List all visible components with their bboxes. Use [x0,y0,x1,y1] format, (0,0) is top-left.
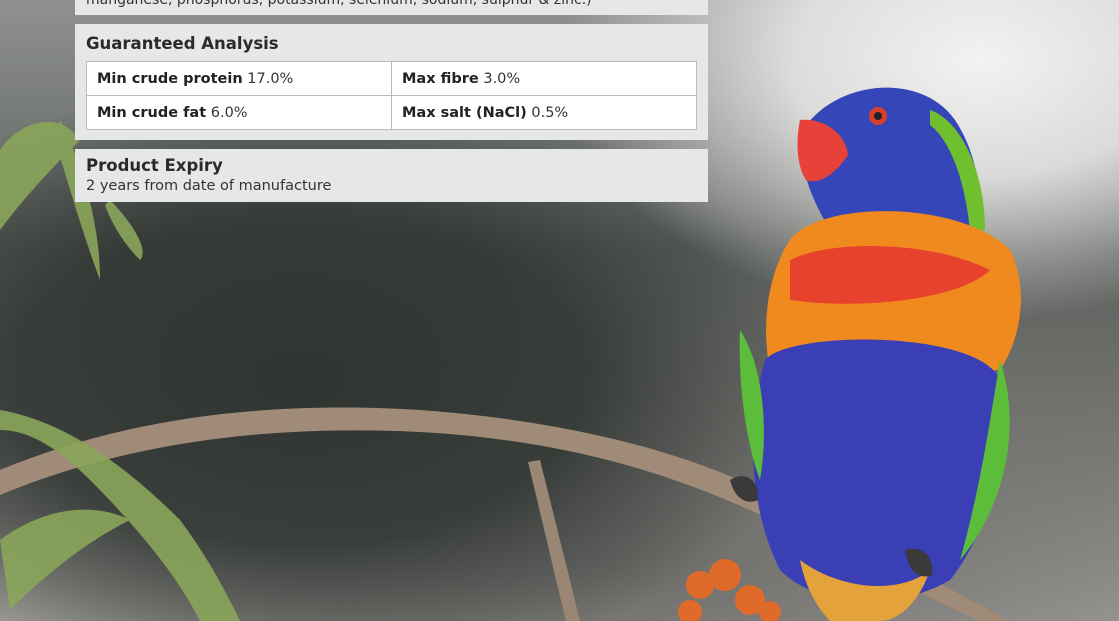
table-row: Min crude fat 6.0% Max salt (NaCl) 0.5% [86,95,697,130]
ingredients-partial-text: manganese, phosphorus, potassium, seleni… [86,0,592,8]
table-cell: Max fibre 3.0% [391,61,697,96]
guaranteed-analysis-section: Guaranteed Analysis Min crude protein 17… [75,24,708,140]
table-row: Min crude protein 17.0% Max fibre 3.0% [86,61,697,96]
product-expiry-title: Product Expiry [86,156,223,175]
ingredients-partial-row: manganese, phosphorus, potassium, seleni… [75,0,708,15]
product-expiry-section: Product Expiry 2 years from date of manu… [75,149,708,202]
product-expiry-text: 2 years from date of manufacture [86,178,332,194]
analysis-label: Min crude protein [97,70,243,87]
analysis-label: Min crude fat [97,104,207,121]
table-cell: Min crude fat 6.0% [86,95,392,130]
analysis-label: Max fibre [402,70,479,87]
analysis-value: 6.0% [210,104,248,121]
product-info-card: manganese, phosphorus, potassium, seleni… [75,0,708,202]
guaranteed-analysis-table: Min crude protein 17.0% Max fibre 3.0% M… [86,61,697,130]
analysis-label: Max salt (NaCl) [402,104,527,121]
guaranteed-analysis-title: Guaranteed Analysis [86,34,279,53]
table-cell: Max salt (NaCl) 0.5% [391,95,697,130]
analysis-value: 17.0% [247,70,294,87]
analysis-value: 3.0% [483,70,521,87]
analysis-value: 0.5% [531,104,569,121]
table-cell: Min crude protein 17.0% [86,61,392,96]
